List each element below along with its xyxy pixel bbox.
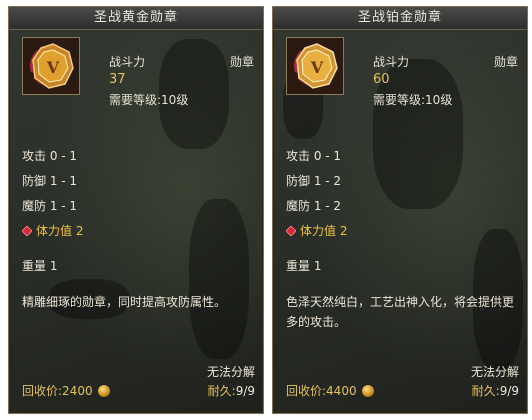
medal-icon[interactable]: V xyxy=(286,37,344,95)
durability-value: 9/9 xyxy=(235,384,255,398)
gold-coin-icon xyxy=(97,385,110,397)
vitality-row: 体力值 2 xyxy=(21,222,84,239)
vitality-row: 体力值 2 xyxy=(285,222,348,239)
durability: 耐久:9/9 xyxy=(208,382,255,399)
svg-text:V: V xyxy=(46,58,60,77)
item-title: 圣战黄金勋章 xyxy=(9,7,263,30)
vitality-value: 体力值 2 xyxy=(300,224,348,238)
power-value: 37 xyxy=(109,72,126,87)
stat-weight: 重量 1 xyxy=(286,259,322,273)
recycle-price: 回收价:2400 xyxy=(22,382,110,399)
no-decompose-label: 无法分解 xyxy=(470,365,519,379)
red-gem-icon xyxy=(285,225,297,237)
stat-magic-defense: 魔防 1 - 2 xyxy=(286,199,342,213)
item-type: 勋章 xyxy=(229,55,254,69)
durability-value: 9/9 xyxy=(499,384,519,398)
item-type: 勋章 xyxy=(493,55,518,69)
item-tooltip-platinum-medal: 圣战铂金勋章 V 战斗力 60 需要等级:10级 勋章 攻击 0 - 1 防御 … xyxy=(272,6,528,414)
item-description: 精雕细琢的勋章，同时提高攻防属性。 xyxy=(22,295,227,309)
no-decompose-label: 无法分解 xyxy=(206,365,255,379)
level-requirement: 需要等级:10级 xyxy=(109,93,189,107)
item-title: 圣战铂金勋章 xyxy=(273,7,527,30)
level-requirement: 需要等级:10级 xyxy=(373,93,453,107)
medal-icon[interactable]: V xyxy=(22,37,80,95)
stat-magic-defense: 魔防 1 - 1 xyxy=(22,199,78,213)
power-label: 战斗力 xyxy=(373,55,410,69)
gold-coin-icon xyxy=(361,385,374,397)
power-label: 战斗力 xyxy=(109,55,146,69)
stat-defense: 防御 1 - 1 xyxy=(22,174,78,188)
durability-label: 耐久: xyxy=(207,384,236,398)
recycle-price-text: 回收价:2400 xyxy=(22,384,93,398)
durability-label: 耐久: xyxy=(471,384,500,398)
item-description: 色泽天然纯白，工艺出神入化，将会提供更多的攻击。 xyxy=(286,295,515,329)
stat-defense: 防御 1 - 2 xyxy=(286,174,342,188)
stat-attack: 攻击 0 - 1 xyxy=(286,149,342,163)
stat-weight: 重量 1 xyxy=(22,259,58,273)
item-tooltip-gold-medal: 圣战黄金勋章 V 战斗力 37 需要等级:10级 勋章 攻击 0 - 1 防御 … xyxy=(8,6,264,414)
red-gem-icon xyxy=(21,225,33,237)
recycle-price: 回收价:4400 xyxy=(286,382,374,399)
svg-text:V: V xyxy=(310,58,324,77)
vitality-value: 体力值 2 xyxy=(36,224,84,238)
stat-attack: 攻击 0 - 1 xyxy=(22,149,78,163)
power-value: 60 xyxy=(373,72,390,87)
durability: 耐久:9/9 xyxy=(472,382,519,399)
recycle-price-text: 回收价:4400 xyxy=(286,384,357,398)
